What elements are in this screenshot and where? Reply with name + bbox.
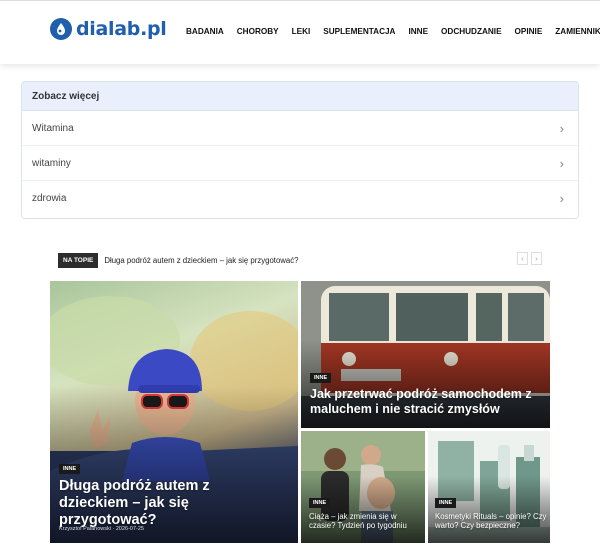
category-badge[interactable]: INNE [59,464,81,474]
article-meta: Krzysztof Palanowski · 2026-07-25 [59,526,144,532]
chevron-right-icon: › [559,120,564,136]
site-header: dialab.pl BADANIA CHOROBY LEKI SUPLEMENT… [0,0,600,64]
site-logo[interactable]: dialab.pl [50,18,167,40]
tile-gradient [428,475,550,543]
ticker-badge: NA TOPIE [58,252,99,268]
nav-badania[interactable]: BADANIA [186,27,224,36]
category-badge[interactable]: INNE [309,498,331,508]
nav-odchudzanie[interactable]: ODCHUDZANIE [441,27,502,36]
nav-opinie[interactable]: OPINIE [515,27,543,36]
nav-zamienniki[interactable]: ZAMIENNIKI [555,27,600,36]
nav-choroby[interactable]: CHOROBY [237,27,279,36]
news-ticker: NA TOPIE Długa podróż autem z dzieckiem … [58,252,542,268]
article-title[interactable]: Kosmetyki Rituals – opinie? Czy warto? C… [435,512,547,530]
article-author[interactable]: Krzysztof Palanowski [59,526,111,532]
see-more-item[interactable]: witaminy › [22,146,578,181]
see-more-item[interactable]: zdrowia › [22,181,578,216]
arrow-right-icon[interactable]: › [531,252,542,265]
see-more-heading: Zobacz więcej [22,82,578,111]
see-more-item-label: Witamina [32,122,74,134]
see-more-item-label: zdrowia [32,193,67,204]
ticker-controls: ‹ › [514,252,542,265]
category-badge[interactable]: INNE [435,498,457,508]
see-more-box: Zobacz więcej Witamina › witaminy › zdro… [21,81,579,219]
logo-text: dialab.pl [76,18,167,40]
see-more-item[interactable]: Witamina › [22,111,578,146]
tile-gradient [301,475,425,543]
article-title[interactable]: Jak przetrwać podróż samochodem z maluch… [310,387,540,417]
see-more-item-label: witaminy [32,157,71,169]
chevron-right-icon: › [559,191,564,206]
main-nav: BADANIA CHOROBY LEKI SUPLEMENTACJA INNE … [186,27,600,36]
water-drop-icon [50,18,72,40]
nav-leki[interactable]: LEKI [292,27,311,36]
chevron-right-icon: › [559,155,564,171]
article-date: 2026-07-25 [115,526,144,532]
article-title[interactable]: Ciąża – jak zmienia się w czasie? Tydzie… [309,512,421,530]
ticker-headline[interactable]: Długa podróż autem z dzieckiem – jak się… [104,256,298,265]
category-badge[interactable]: INNE [310,373,332,383]
nav-inne[interactable]: INNE [408,27,428,36]
nav-suplementacja[interactable]: SUPLEMENTACJA [323,27,395,36]
article-title[interactable]: Długa podróż autem z dzieckiem – jak się… [59,478,279,529]
arrow-left-icon[interactable]: ‹ [517,252,528,265]
